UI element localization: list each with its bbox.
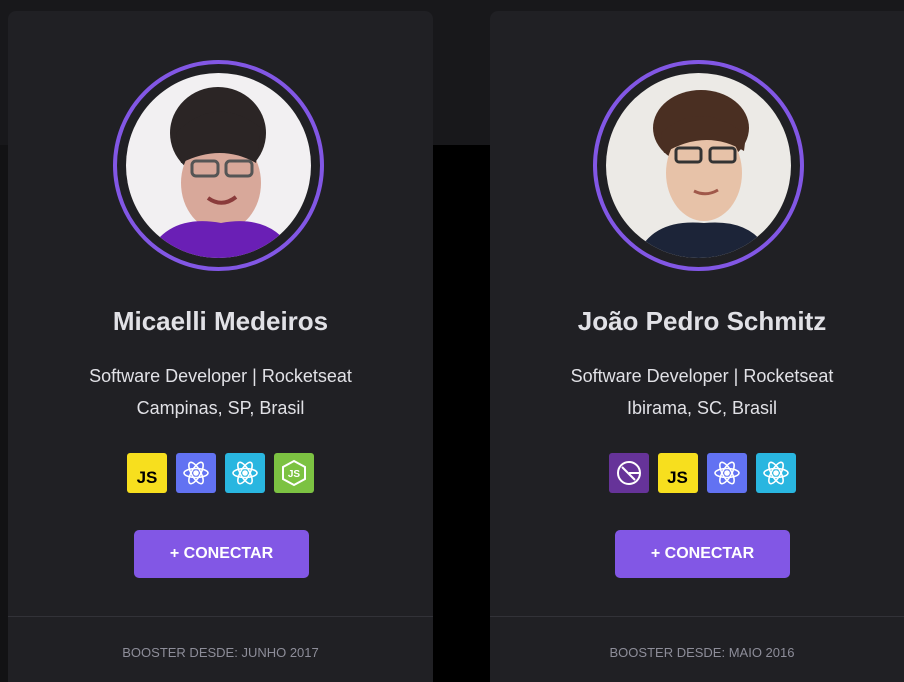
avatar-ring: [593, 60, 804, 271]
card-divider: [490, 616, 904, 617]
svg-text:JS: JS: [288, 469, 301, 480]
profile-name: João Pedro Schmitz: [577, 306, 827, 336]
tech-badges: JS JS: [8, 453, 433, 493]
profile-role: Software Developer | Rocketseat: [570, 366, 834, 386]
profile-name: Micaelli Medeiros: [112, 306, 329, 336]
gatsby-icon: [608, 453, 649, 493]
profile-role: Software Developer | Rocketseat: [89, 366, 352, 386]
react-icon: [706, 453, 747, 493]
javascript-icon: JS: [657, 453, 698, 493]
profile-location: Ibirama, SC, Brasil: [626, 398, 778, 418]
javascript-icon: JS: [127, 453, 167, 493]
react-icon: [176, 453, 216, 493]
avatar-ring: [113, 60, 324, 271]
profile-card: Micaelli Medeiros Software Developer | R…: [8, 11, 433, 682]
nodejs-icon: JS: [274, 453, 314, 493]
page-background: [433, 145, 490, 682]
profile-location: Campinas, SP, Brasil: [136, 398, 305, 418]
booster-since-label: BOOSTER DESDE: JUNHO 2017: [122, 645, 319, 660]
connect-button[interactable]: + CONECTAR: [134, 530, 309, 578]
connect-button[interactable]: + CONECTAR: [615, 530, 790, 578]
avatar[interactable]: [126, 73, 311, 258]
react-icon: [755, 453, 796, 493]
booster-since-label: BOOSTER DESDE: MAIO 2016: [609, 645, 795, 660]
profile-card: João Pedro Schmitz Software Developer | …: [490, 11, 904, 682]
card-divider: [8, 616, 433, 617]
tech-badges: JS: [490, 453, 904, 493]
react-icon: [225, 453, 265, 493]
avatar[interactable]: [606, 73, 791, 258]
